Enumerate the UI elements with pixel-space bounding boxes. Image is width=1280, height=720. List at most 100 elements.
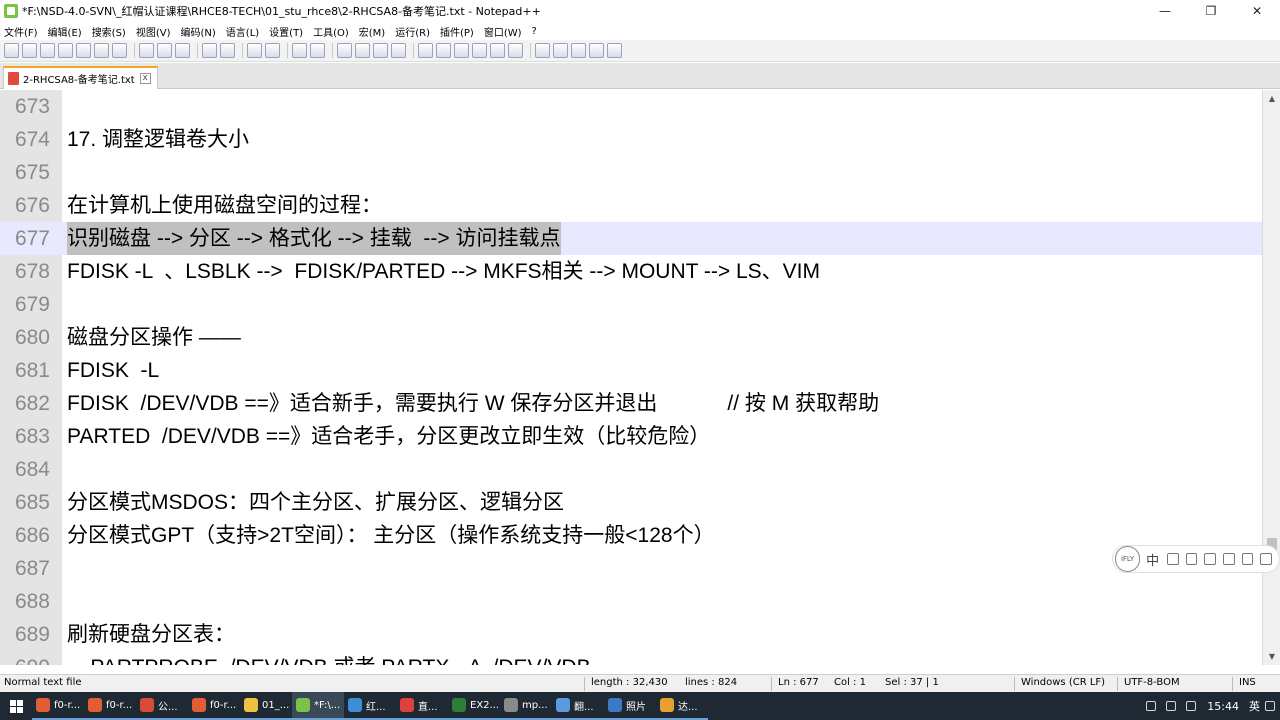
show-desktop-icon[interactable] <box>1265 701 1275 711</box>
ifly-logo-icon[interactable]: iFLY <box>1115 546 1141 572</box>
start-button[interactable] <box>0 692 32 720</box>
folder-workspace-icon[interactable] <box>472 43 487 58</box>
line-text[interactable]: 磁盘分区操作 —— <box>67 321 241 354</box>
scroll-up-arrow-icon[interactable]: ▲ <box>1263 90 1280 107</box>
close-button[interactable]: ✕ <box>1234 0 1280 22</box>
taskbar-item[interactable]: mp... <box>500 692 552 720</box>
line-text[interactable]: 分区模式GPT（支持>2T空间）： 主分区（操作系统支持一般<128个） <box>67 519 715 552</box>
sync-vertical-icon[interactable] <box>337 43 352 58</box>
menu-window[interactable]: 窗口(W) <box>484 24 522 39</box>
line-text[interactable]: 在计算机上使用磁盘空间的过程： <box>67 189 382 222</box>
function-list-icon[interactable] <box>454 43 469 58</box>
cut-icon[interactable] <box>139 43 154 58</box>
menu-view[interactable]: 视图(V) <box>136 24 171 39</box>
play-macro-icon[interactable] <box>571 43 586 58</box>
menu-encoding[interactable]: 编码(N) <box>181 24 216 39</box>
stop-macro-icon[interactable] <box>553 43 568 58</box>
run-macro-multiple-icon[interactable] <box>589 43 604 58</box>
grid-icon[interactable] <box>1260 553 1272 565</box>
taskbar-item[interactable]: 01_... <box>240 692 292 720</box>
taskbar-item[interactable]: EX2... <box>448 692 500 720</box>
taskbar-item[interactable]: f0-r... <box>188 692 240 720</box>
menu-tools[interactable]: 工具(O) <box>313 24 349 39</box>
taskbar-item[interactable]: 红... <box>344 692 396 720</box>
taskbar-item-notepadpp[interactable]: *F:\... <box>292 692 344 720</box>
doc-map-icon[interactable] <box>490 43 505 58</box>
find-icon[interactable] <box>247 43 262 58</box>
zoom-out-icon[interactable] <box>310 43 325 58</box>
save-icon[interactable] <box>40 43 55 58</box>
paste-icon[interactable] <box>175 43 190 58</box>
taskbar-item[interactable]: 翻... <box>552 692 604 720</box>
menu-file[interactable]: 文件(F) <box>4 24 38 39</box>
editor-area[interactable]: 673 674 17. 调整逻辑卷大小 675 676 在计算机上使用磁盘空间的… <box>0 90 1262 665</box>
copy-icon[interactable] <box>157 43 172 58</box>
punctuation-icon[interactable] <box>1185 553 1198 565</box>
replace-icon[interactable] <box>265 43 280 58</box>
show-all-chars-icon[interactable] <box>391 43 406 58</box>
editor-line: 680 磁盘分区操作 —— <box>0 321 1262 354</box>
menu-search[interactable]: 搜索(S) <box>92 24 126 39</box>
taskbar-item[interactable]: 直... <box>396 692 448 720</box>
eol-format[interactable]: Windows (CR LF) <box>1021 677 1105 688</box>
vertical-scrollbar[interactable]: ▲ ▼ <box>1262 90 1280 665</box>
save-macro-icon[interactable] <box>607 43 622 58</box>
tab-close-icon[interactable]: x <box>139 73 151 84</box>
close-all-icon[interactable] <box>94 43 109 58</box>
volume-icon[interactable] <box>1166 701 1177 711</box>
sync-horizontal-icon[interactable] <box>355 43 370 58</box>
ime-mode-toggle[interactable]: 中 <box>1146 550 1159 569</box>
microphone-icon[interactable] <box>1204 553 1217 565</box>
skin-icon[interactable] <box>1223 553 1235 565</box>
taskbar-item-label: 照片 <box>626 701 646 713</box>
clock[interactable]: 15:44 <box>1207 700 1239 713</box>
app-icon <box>36 698 50 712</box>
line-text[interactable]: FDISK -L <box>67 354 159 387</box>
taskbar-item[interactable]: f0-r... <box>32 692 84 720</box>
save-all-icon[interactable] <box>58 43 73 58</box>
menu-help[interactable]: ? <box>532 26 537 37</box>
menu-language[interactable]: 语言(L) <box>226 24 259 39</box>
line-text[interactable]: 分区模式MSDOS：四个主分区、扩展分区、逻辑分区 <box>67 486 564 519</box>
line-text[interactable]: FDISK /DEV/VDB ==》适合新手，需要执行 W 保存分区并退出 //… <box>67 387 879 420</box>
taskbar-item[interactable]: f0-r... <box>84 692 136 720</box>
indent-guide-icon[interactable] <box>418 43 433 58</box>
menu-edit[interactable]: 编辑(E) <box>48 24 82 39</box>
notification-icon[interactable] <box>1186 701 1197 711</box>
zoom-in-icon[interactable] <box>292 43 307 58</box>
toolbox-icon[interactable] <box>1241 553 1254 565</box>
record-macro-icon[interactable] <box>535 43 550 58</box>
close-file-icon[interactable] <box>76 43 91 58</box>
taskbar-item[interactable]: 达... <box>656 692 708 720</box>
print-icon[interactable] <box>112 43 127 58</box>
input-language[interactable]: 英 <box>1249 698 1260 714</box>
line-text[interactable]: FDISK -L 、LSBLK --> FDISK/PARTED --> MKF… <box>67 255 820 288</box>
language-icon[interactable] <box>436 43 451 58</box>
taskbar-item[interactable]: 照片 <box>604 692 656 720</box>
tab-document[interactable]: 2-RHCSA8-备考笔记.txt x <box>3 66 158 89</box>
maximize-button[interactable]: ❐ <box>1188 0 1234 22</box>
menu-plugins[interactable]: 插件(P) <box>440 24 474 39</box>
scroll-down-arrow-icon[interactable]: ▼ <box>1263 648 1280 665</box>
taskbar-item[interactable]: 公... <box>136 692 188 720</box>
minimize-button[interactable]: — <box>1142 0 1188 22</box>
menu-run[interactable]: 运行(R) <box>395 24 430 39</box>
moon-icon[interactable] <box>1167 553 1179 565</box>
new-file-icon[interactable] <box>4 43 19 58</box>
network-icon[interactable] <box>1146 701 1157 711</box>
selected-line-text[interactable]: 识别磁盘 --> 分区 --> 格式化 --> 挂载 --> 访问挂载点 <box>67 222 561 255</box>
line-text[interactable]: 刷新硬盘分区表： <box>67 618 235 651</box>
monitoring-icon[interactable] <box>508 43 523 58</box>
word-wrap-icon[interactable] <box>373 43 388 58</box>
menu-settings[interactable]: 设置(T) <box>269 24 303 39</box>
notepadpp-app-icon[interactable] <box>4 4 18 18</box>
encoding-label[interactable]: UTF-8-BOM <box>1124 677 1180 688</box>
insert-mode-label[interactable]: INS <box>1239 677 1256 688</box>
open-file-icon[interactable] <box>22 43 37 58</box>
line-text[interactable]: 17. 调整逻辑卷大小 <box>67 123 249 156</box>
menu-macro[interactable]: 宏(M) <box>359 24 385 39</box>
line-text[interactable]: PARTED /DEV/VDB ==》适合老手，分区更改立即生效（比较危险） <box>67 420 710 453</box>
line-text[interactable]: PARTPROBE /DEV/VDB 或者 PARTX -A /DEV/VDB <box>67 651 590 665</box>
undo-icon[interactable] <box>202 43 217 58</box>
redo-icon[interactable] <box>220 43 235 58</box>
